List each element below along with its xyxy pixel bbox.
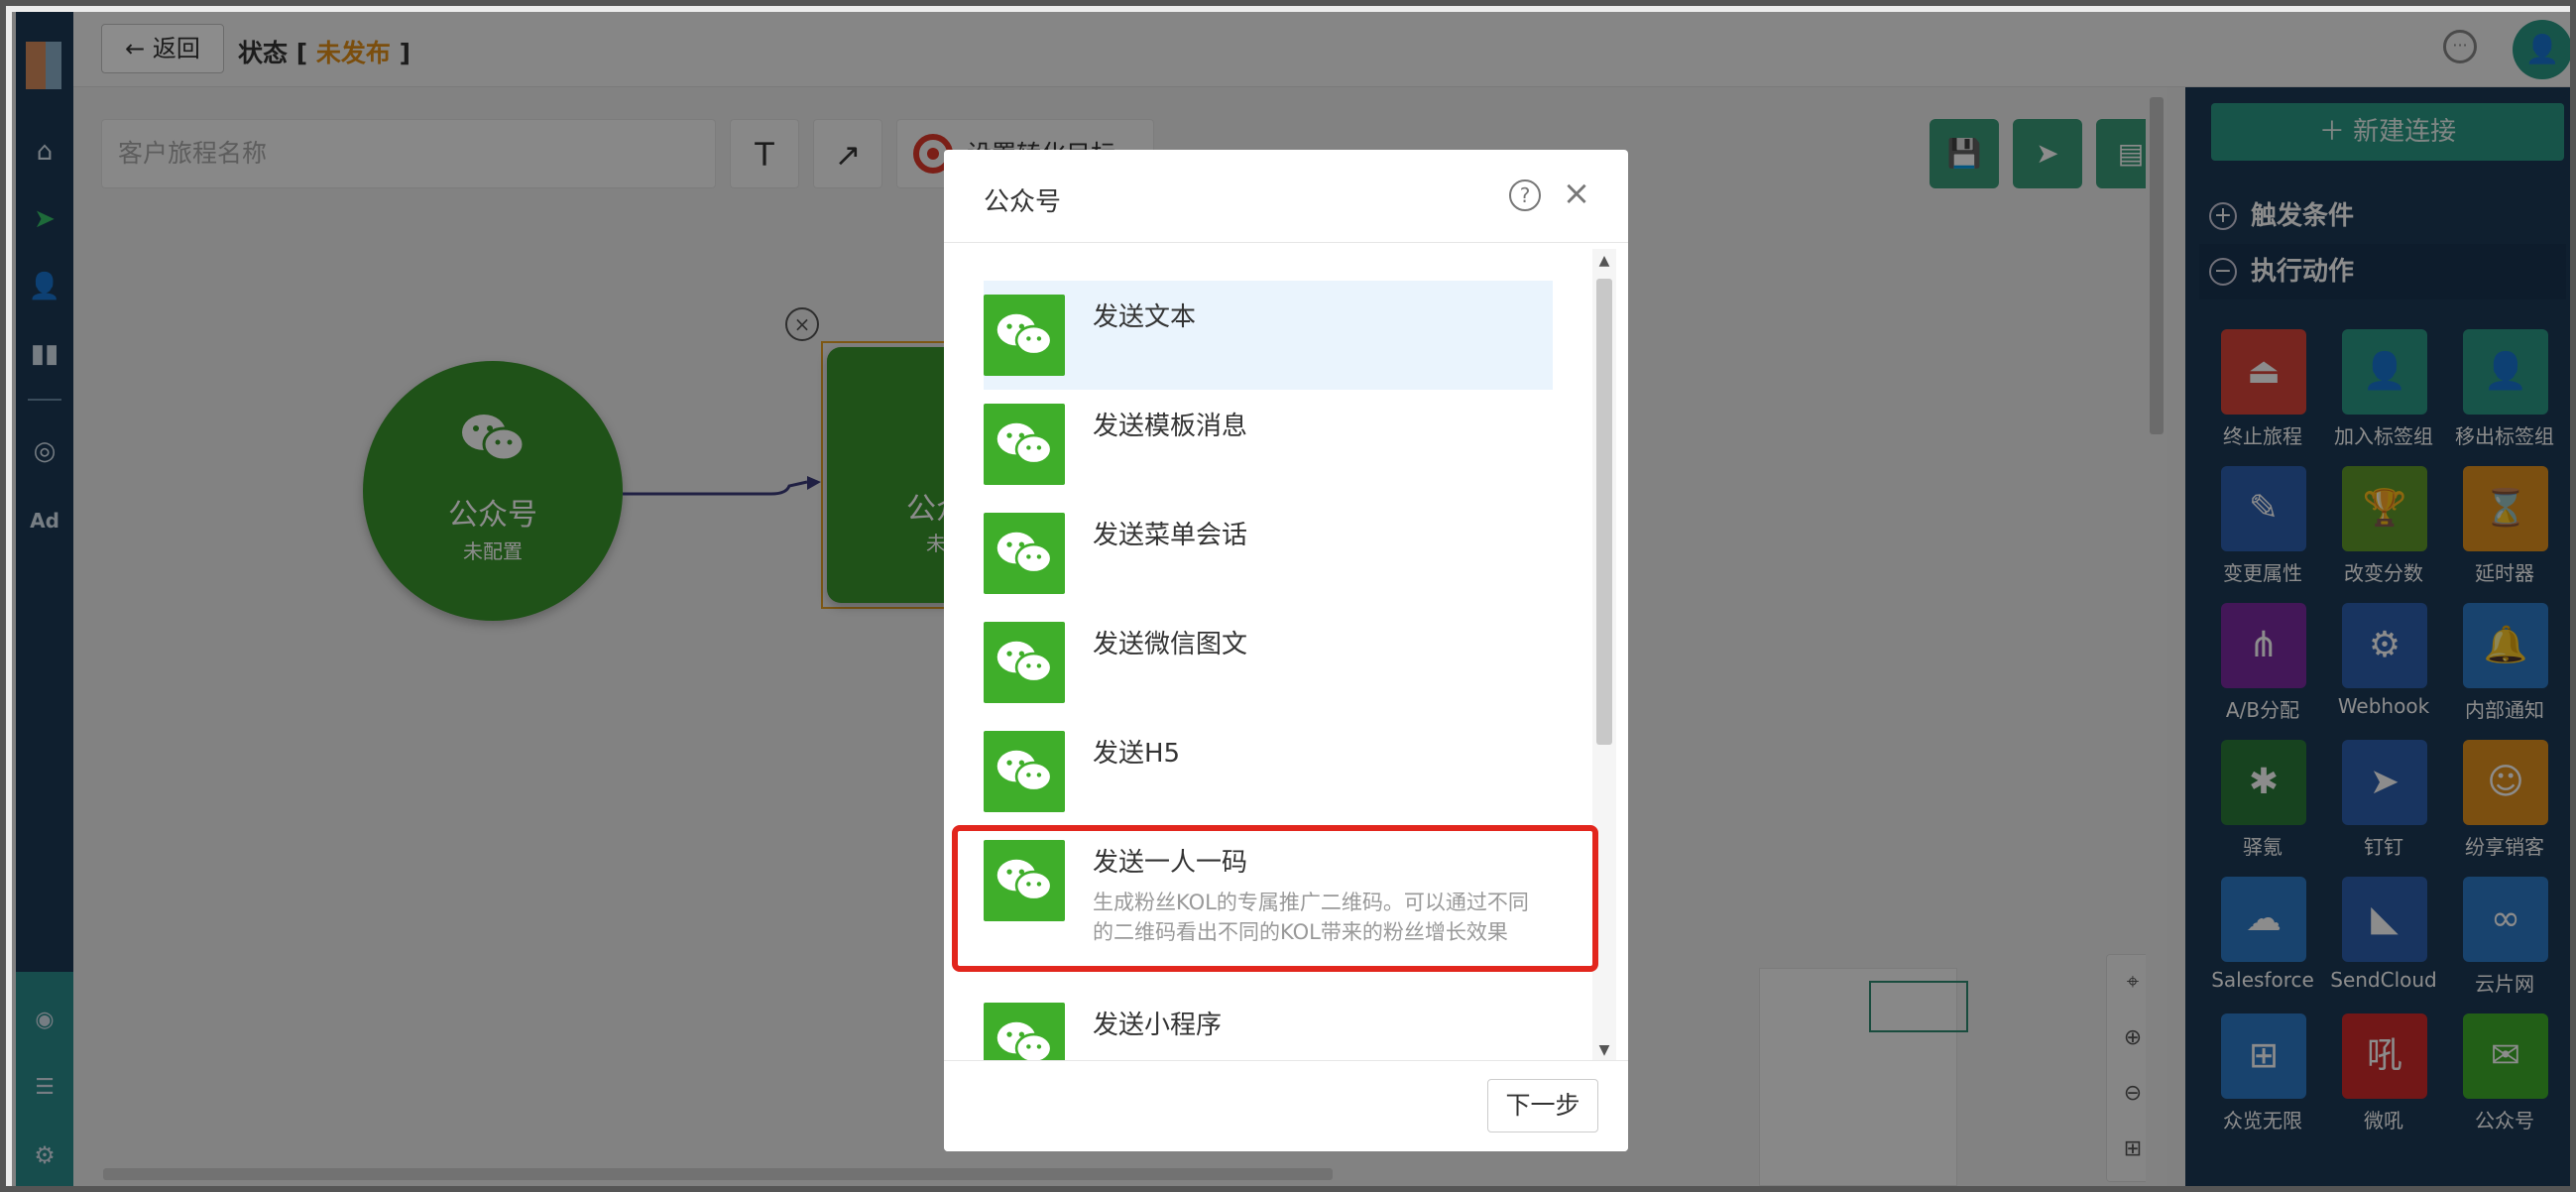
action-list-item[interactable]: 发送H5 (984, 717, 1553, 826)
wechat-icon (984, 622, 1065, 703)
wechat-action-modal: 公众号 ? × 发送文本 发送模板消息 发送菜单会话 发送微信图文 发送H5 发送一人一码… (944, 150, 1628, 1151)
wechat-icon (984, 295, 1065, 376)
scroll-up-icon[interactable]: ▲ (1592, 253, 1616, 269)
item-title: 发送模板消息 (1093, 412, 1248, 441)
item-title: 发送H5 (1093, 739, 1181, 769)
action-list-item[interactable]: 发送模板消息 (984, 390, 1553, 499)
action-list-item[interactable]: 发送微信图文 (984, 608, 1553, 717)
action-list-item[interactable]: 发送菜单会话 (984, 499, 1553, 608)
action-list-item[interactable]: 发送小程序 (984, 989, 1553, 1060)
item-title: 发送小程序 (1093, 1011, 1223, 1040)
app-window: ⌂ ➤ 👤 ▮▮ ◎ Ad ◉ ☰ ⚙ ← 返回 状态 [ 未发布 ] ··· … (0, 0, 2576, 1192)
modal-footer: 下一步 (944, 1060, 1628, 1151)
scroll-thumb[interactable] (1596, 279, 1612, 745)
item-title: 发送微信图文 (1093, 630, 1248, 659)
scroll-down-icon[interactable]: ▼ (1592, 1042, 1616, 1058)
action-list-item[interactable]: 发送文本 (984, 281, 1553, 390)
wechat-icon (984, 404, 1065, 485)
item-title: 发送文本 (1093, 302, 1197, 332)
modal-header: 公众号 ? × (944, 150, 1628, 243)
wechat-icon (984, 1003, 1065, 1060)
next-step-button[interactable]: 下一步 (1487, 1079, 1598, 1132)
help-icon[interactable]: ? (1509, 179, 1541, 211)
wechat-icon (984, 513, 1065, 594)
close-icon[interactable]: × (1557, 174, 1596, 213)
modal-title: 公众号 (984, 187, 1062, 217)
highlight-annotation (952, 825, 1598, 972)
wechat-icon (984, 731, 1065, 812)
item-title: 发送菜单会话 (1093, 521, 1248, 550)
